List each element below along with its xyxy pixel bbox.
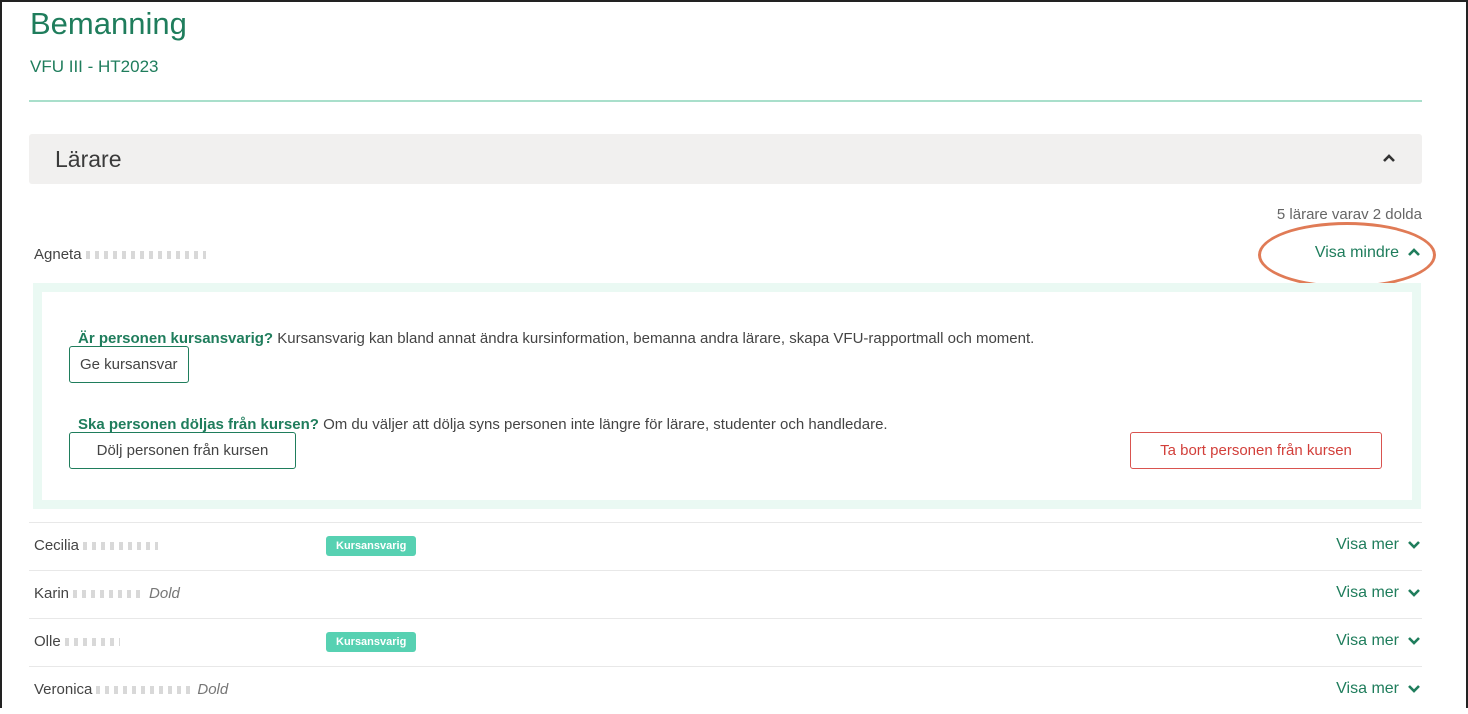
section-title: Lärare — [55, 145, 122, 172]
chevron-up-icon[interactable] — [1382, 150, 1396, 168]
person-name: Olle — [34, 633, 120, 650]
person-name: Cecilia — [34, 537, 159, 554]
chevron-down-icon — [1407, 680, 1421, 698]
divider — [29, 100, 1422, 102]
page-title: Bemanning — [30, 6, 187, 41]
list-item[interactable]: Cecilia Kursansvarig Visa mer — [29, 522, 1422, 570]
hide-label: Ska personen döljas från kursen? — [78, 416, 319, 433]
person-name: Karin Dold — [34, 585, 180, 602]
person-first-name: Agneta — [34, 246, 82, 263]
visa-mer-toggle[interactable]: Visa mer — [1336, 680, 1421, 698]
teacher-count: 5 lärare varav 2 dolda — [1276, 206, 1422, 223]
person-name: Agneta — [34, 246, 206, 263]
hide-person-button[interactable]: Dölj personen från kursen — [69, 432, 296, 469]
course-name: VFU III - HT2023 — [30, 57, 159, 76]
status-badge: Kursansvarig — [326, 536, 417, 556]
section-header-larare[interactable]: Lärare — [29, 134, 1422, 184]
hidden-label: Dold — [149, 585, 180, 602]
course-responsible-question: Är personen kursansvarig? Kursansvarig k… — [78, 330, 1034, 347]
blurred-surname — [85, 251, 206, 260]
highlight-ellipse — [1258, 222, 1436, 288]
chevron-down-icon — [1407, 584, 1421, 602]
chevron-down-icon — [1407, 536, 1421, 554]
course-responsible-description: Kursansvarig kan bland annat ändra kursi… — [277, 330, 1035, 347]
person-details-panel: Är personen kursansvarig? Kursansvarig k… — [33, 283, 1421, 509]
hide-question: Ska personen döljas från kursen? Om du v… — [78, 416, 888, 433]
person-name: Veronica Dold — [34, 681, 229, 698]
visa-mer-toggle[interactable]: Visa mer — [1336, 632, 1421, 650]
hidden-label: Dold — [197, 681, 229, 698]
course-responsible-label: Är personen kursansvarig? — [78, 330, 274, 347]
visa-mer-toggle[interactable]: Visa mer — [1336, 584, 1421, 602]
visa-mer-toggle[interactable]: Visa mer — [1336, 536, 1421, 554]
list-item[interactable]: Karin Dold Visa mer — [29, 570, 1422, 618]
chevron-down-icon — [1407, 632, 1421, 650]
give-course-responsibility-button[interactable]: Ge kursansvar — [69, 346, 189, 383]
remove-person-button[interactable]: Ta bort personen från kursen — [1130, 432, 1382, 469]
person-details-inner: Är personen kursansvarig? Kursansvarig k… — [42, 292, 1412, 500]
status-badge: Kursansvarig — [326, 632, 417, 652]
hide-description: Om du väljer att dölja syns personen int… — [323, 416, 888, 433]
list-item[interactable]: Veronica Dold Visa mer — [29, 666, 1422, 714]
list-item[interactable]: Olle Kursansvarig Visa mer — [29, 618, 1422, 666]
